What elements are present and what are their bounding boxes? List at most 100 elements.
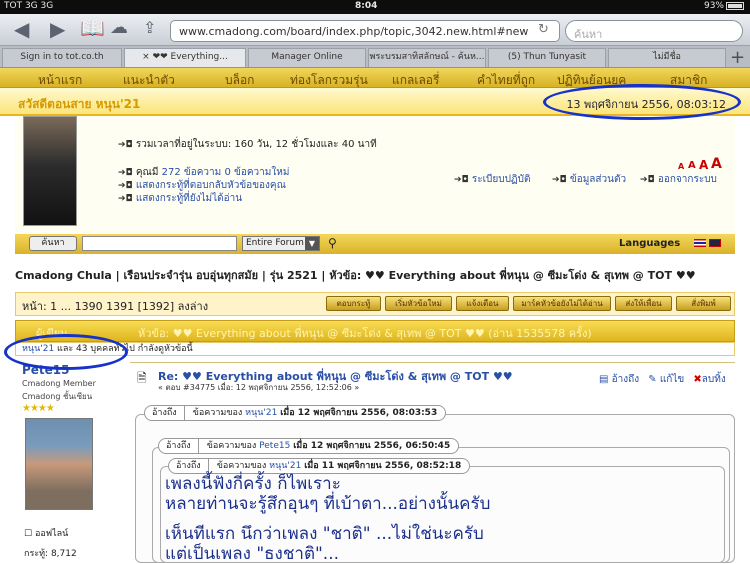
back-icon[interactable]: ◀ — [14, 19, 29, 39]
quote2-time: เมื่อ 12 พฤศจิกายน 2556, 06:50:45 — [293, 441, 451, 451]
reply-button[interactable]: ตอบกระทู้ — [326, 296, 381, 311]
forward-icon[interactable]: ▶ — [50, 19, 65, 39]
rules-link[interactable]: ➔◘ ระเบียบปฏิบัติ — [454, 172, 530, 187]
my-profile-link-text[interactable]: ข้อมูลส่วนตัว — [570, 174, 626, 185]
poster-info: Pete15 Cmadong Member Cmadong ชั้นเซียน … — [22, 363, 96, 414]
tab-everything[interactable]: × ❤❤ Everything... — [124, 48, 246, 67]
poster-avatar — [25, 418, 93, 510]
messages-prefix: คุณมี — [135, 167, 159, 178]
user-avatar — [23, 116, 77, 226]
quote3-prefix: ข้อความของ — [216, 461, 267, 471]
new-messages-link[interactable]: ข้อความใหม่ — [234, 167, 289, 178]
messages-link[interactable]: ข้อความ — [184, 167, 221, 178]
chevron-down-icon: ▼ — [305, 237, 319, 250]
send-to-friend-button[interactable]: ส่งให้เพื่อน — [615, 296, 672, 311]
quote-label: อ้างถึง — [611, 374, 640, 385]
poster-rank: Cmadong Member — [22, 379, 96, 388]
font-size-l[interactable]: A — [711, 156, 722, 172]
my-profile-link[interactable]: ➔◘ ข้อมูลส่วนตัว — [552, 172, 626, 187]
quote1-time: เมื่อ 12 พฤศจิกายน 2556, 08:03:53 — [280, 408, 438, 418]
show-unread[interactable]: ➔◘ แสดงกระทู้ที่ยังไม่ได้อ่าน — [118, 191, 242, 206]
notify-button[interactable]: แจ้งเตือน — [456, 296, 509, 311]
share-icon[interactable]: ⇪ — [143, 18, 156, 38]
battery-indicator: 93% — [704, 1, 744, 11]
quote-button[interactable]: ▤ อ้างถึง — [599, 374, 639, 385]
quote1-prefix: ข้อความของ — [192, 408, 243, 418]
post-actions: ▤ อ้างถึง ✎ แก้ไข ✖ลบทิ้ง — [593, 372, 726, 387]
tab-untitled[interactable]: ไม่มีชื่อ — [608, 48, 726, 67]
pagination[interactable]: หน้า: 1 ... 1390 1391 [1392] ลงล่าง — [22, 297, 208, 315]
quote-header-1: อ้างถึง ข้อความของ หนุน'21 เมื่อ 12 พฤศจิ… — [144, 405, 447, 421]
post-icon: 🗎 — [137, 371, 147, 385]
delete-button[interactable]: ✖ลบทิ้ง — [693, 374, 725, 385]
battery-percent: 93% — [703, 1, 724, 11]
quote-meta-1: ข้อความของ หนุน'21 เมื่อ 12 พฤศจิกายน 25… — [185, 406, 446, 420]
body-line: หลายท่านจะรู้สึกอุนๆ ที่เบ้าตา...อย่างนั… — [165, 494, 491, 514]
quote-header-2: อ้างถึง ข้อความของ Pete15 เมื่อ 12 พฤศจิก… — [158, 438, 460, 454]
new-tab-icon[interactable]: + — [730, 47, 745, 68]
tab-manager-online[interactable]: Manager Online — [248, 48, 366, 67]
messages-count-link[interactable]: 272 — [162, 167, 181, 178]
offline-label: ออฟไลน์ — [34, 529, 69, 539]
show-replies-link[interactable]: แสดงกระทู้ที่ตอบกลับหัวข้อของคุณ — [136, 180, 286, 191]
battery-icon — [726, 1, 744, 10]
quote1-user-link[interactable]: หนุน'21 — [245, 408, 277, 418]
post-divider — [130, 362, 735, 363]
tab-portrait-search[interactable]: พระบรมสาทิสลักษณ์ - ค้นห... — [368, 48, 486, 67]
new-topic-button[interactable]: เริ่มหัวข้อใหม่ — [385, 296, 452, 311]
thai-flag-icon[interactable] — [693, 239, 706, 247]
mark-unread-button[interactable]: มาร์คหัวข้อยังไม่ได้อ่าน — [513, 296, 611, 311]
edit-button[interactable]: ✎ แก้ไข — [648, 374, 684, 385]
tab-bar: Sign in to tot.co.th × ❤❤ Everything... … — [0, 46, 750, 68]
quote-meta-3: ข้อความของ หนุน'21 เมื่อ 11 พฤศจิกายน 25… — [209, 459, 470, 473]
search-icon[interactable]: ⚲ — [328, 236, 337, 250]
edit-label: แก้ไข — [659, 374, 685, 385]
rules-link-text[interactable]: ระเบียบปฏิบัติ — [472, 174, 531, 185]
offline-status: ☐ ออฟไลน์ — [24, 526, 68, 540]
breadcrumb[interactable]: Cmadong Chula | เรือนประจำรุ่น อบอุ่นทุก… — [15, 266, 696, 284]
greeting-text: สวัสดีตอนสาย หนุน'21 — [18, 97, 141, 111]
forum-search-input[interactable] — [82, 236, 237, 251]
font-size-m[interactable]: A — [699, 158, 708, 172]
ios-status-bar: TOT 3G 3G 8:04 93% — [0, 0, 750, 14]
logout-link[interactable]: ➔◘ ออกจากระบบ — [640, 172, 717, 187]
bookmarks-icon[interactable]: 📖 — [80, 18, 105, 38]
search-input[interactable]: ค้นหา — [565, 20, 743, 42]
icloud-tabs-icon[interactable]: ☁ — [110, 18, 128, 38]
tab-thun-tunyasit[interactable]: (5) Thun Tunyasit — [488, 48, 606, 67]
reload-icon[interactable]: ↻ — [538, 22, 549, 37]
delete-icon: ✖ — [693, 374, 702, 385]
quote-meta-2: ข้อความของ Pete15 เมื่อ 12 พฤศจิกายน 255… — [199, 439, 459, 453]
delete-label: ลบทิ้ง — [701, 374, 726, 385]
search-scope-select[interactable]: Entire Forum ▼ — [242, 236, 320, 251]
annotation-ellipse-datetime — [543, 84, 741, 120]
body-line: แต่เป็นเพลง "ธงชาติ"... — [165, 544, 340, 564]
font-size-xs[interactable]: A — [678, 162, 684, 171]
poster-rank-title: Cmadong ชั้นเซียน — [22, 392, 93, 401]
quote-tab-2[interactable]: อ้างถึง — [159, 439, 199, 453]
address-bar[interactable]: www.cmadong.com/board/index.php/topic,30… — [170, 20, 560, 42]
languages-selector[interactable]: Languages — [619, 238, 722, 249]
quote-tab-1[interactable]: อ้างถึง — [145, 406, 185, 420]
online-time: ➔◘ รวมเวลาที่อยู่ในระบบ: 160 วัน, 12 ชั่… — [118, 139, 377, 150]
font-size-s[interactable]: A — [688, 160, 696, 171]
forum-search-button[interactable]: ค้นหา — [29, 236, 77, 251]
tab-tot-signin[interactable]: Sign in to tot.co.th — [2, 48, 122, 67]
quote2-user-link[interactable]: Pete15 — [259, 441, 290, 451]
clock: 8:04 — [355, 1, 378, 11]
show-unread-link[interactable]: แสดงกระทู้ที่ยังไม่ได้อ่าน — [136, 193, 242, 204]
online-time-text: รวมเวลาที่อยู่ในระบบ: 160 วัน, 12 ชั่วโม… — [135, 139, 377, 150]
new-messages-count[interactable]: 0 — [224, 167, 230, 178]
post-count: กระทู้: 8,712 — [24, 549, 77, 559]
body-line: เห็นทีแรก นึกว่าเพลง "ชาติ" ...ไม่ใช่นะค… — [165, 524, 484, 544]
offline-icon: ☐ — [24, 529, 35, 539]
quote-header-3: อ้างถึง ข้อความของ หนุน'21 เมื่อ 11 พฤศจิ… — [168, 458, 471, 474]
quote-tab-3[interactable]: อ้างถึง — [169, 459, 209, 473]
quote2-prefix: ข้อความของ — [206, 441, 257, 451]
uk-flag-icon[interactable] — [709, 239, 722, 247]
search-scope-value: Entire Forum — [246, 238, 304, 248]
logout-link-text[interactable]: ออกจากระบบ — [658, 174, 717, 185]
print-button[interactable]: สั่งพิมพ์ — [676, 296, 731, 311]
quote3-user-link[interactable]: หนุน'21 — [269, 461, 301, 471]
quoted-message-body: เพลงนี้ฟังกี่ครั้ง ก็ไพเราะ หลายท่านจะรู… — [165, 474, 725, 564]
